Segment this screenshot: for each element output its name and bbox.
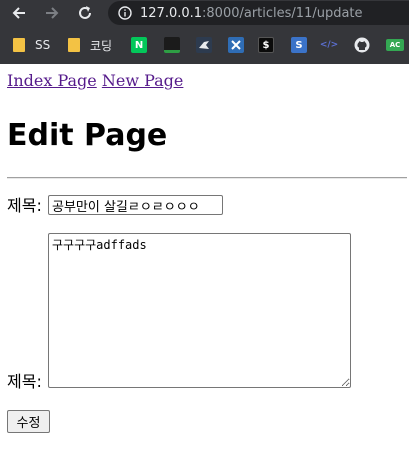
x-box-icon [228, 37, 244, 53]
index-page-link[interactable]: Index Page [7, 71, 97, 90]
bookmarks-bar: SS 코딩 N $ S </> AC [0, 30, 409, 60]
naver-icon: N [131, 37, 147, 53]
terminal-icon: $ [258, 37, 274, 53]
title-input[interactable] [48, 195, 223, 215]
bookmark-naver[interactable]: N [131, 36, 147, 54]
bookmark-ac[interactable]: AC [386, 36, 404, 54]
bookmark-ss[interactable]: SS [13, 36, 50, 54]
nav-links: Index Page New Page [7, 71, 183, 91]
bookmark-6[interactable]: S [291, 36, 307, 54]
bookmark-3[interactable] [196, 36, 212, 54]
github-icon [354, 37, 370, 53]
code-icon: </> [319, 40, 339, 50]
back-arrow-icon [12, 7, 25, 19]
browser-toolbar: 127.0.0.1:8000/articles/11/update [0, 0, 409, 26]
forward-button[interactable] [41, 2, 63, 24]
address-bar[interactable]: 127.0.0.1:8000/articles/11/update [108, 1, 409, 25]
forward-arrow-icon [46, 7, 59, 19]
new-page-link[interactable]: New Page [102, 71, 184, 90]
reload-button[interactable] [74, 2, 96, 24]
bookmark-label: 코딩 [90, 38, 113, 53]
content-label: 제목: [7, 372, 42, 391]
bookmark-7[interactable]: </> [319, 36, 339, 54]
submit-button[interactable]: 수정 [7, 410, 50, 433]
bookmark-2[interactable] [164, 36, 180, 54]
page-content: Index Page New Page Edit Page 제목: 제목: 구구… [0, 64, 409, 450]
bookmark-5[interactable]: $ [258, 36, 274, 54]
green-bar-icon [164, 37, 180, 53]
url-host: 127.0.0.1 [140, 5, 203, 21]
browser-chrome: 127.0.0.1:8000/articles/11/update SS 코딩 … [0, 0, 409, 64]
bookmark-label: SS [35, 38, 51, 52]
url-path: :8000/articles/11/update [202, 5, 363, 21]
page-title: Edit Page [7, 118, 168, 153]
bookmark-4[interactable] [228, 36, 244, 54]
content-textarea[interactable]: 구구구구adffads [48, 233, 351, 388]
info-icon[interactable] [118, 6, 132, 20]
reload-icon [79, 6, 91, 19]
divider [7, 177, 407, 179]
s-icon: S [291, 37, 307, 53]
bookmark-github[interactable] [354, 36, 370, 54]
back-button[interactable] [8, 2, 30, 24]
bookmark-coding[interactable]: 코딩 [68, 36, 112, 54]
title-label: 제목: [7, 196, 42, 215]
bird-icon [196, 37, 212, 53]
folder-icon [13, 38, 25, 52]
ac-icon: AC [386, 39, 404, 51]
folder-icon [68, 38, 80, 52]
